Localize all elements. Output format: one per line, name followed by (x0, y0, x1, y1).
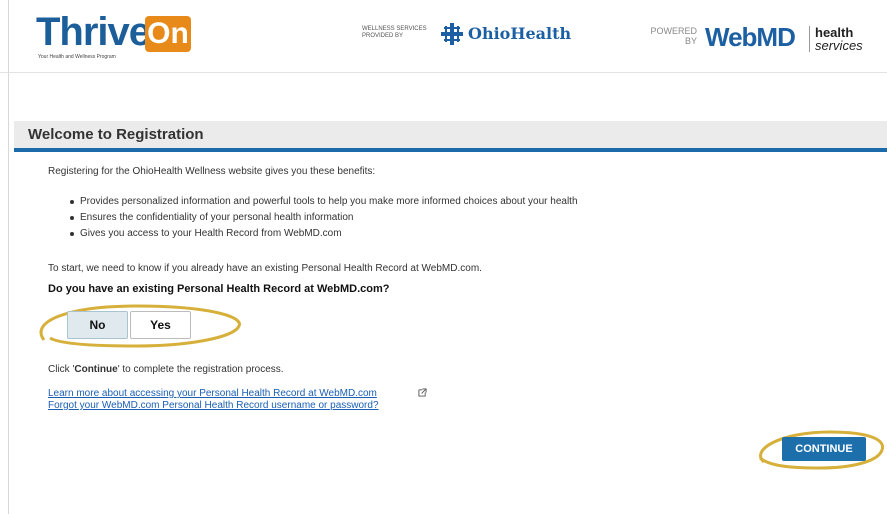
external-link-icon (418, 388, 427, 397)
page-title: Welcome to Registration (28, 126, 204, 143)
benefit-item: Provides personalized information and po… (70, 196, 578, 212)
start-text: To start, we need to know if you already… (48, 263, 482, 274)
benefit-item: Ensures the confidentiality of your pers… (70, 212, 578, 228)
benefits-list: Provides personalized information and po… (70, 196, 578, 244)
no-button[interactable]: No (67, 311, 128, 339)
benefit-item: Gives you access to your Health Record f… (70, 228, 578, 244)
continue-button[interactable]: CONTINUE (782, 437, 866, 461)
page-title-bar: Welcome to Registration (14, 121, 887, 152)
forgot-credentials-link[interactable]: Forgot your WebMD.com Personal Health Re… (48, 400, 379, 411)
instruction-prefix: Click ' (48, 364, 75, 375)
instruction-suffix: ' to complete the registration process. (117, 364, 284, 375)
instruction-bold: Continue (74, 364, 118, 375)
yes-button[interactable]: Yes (130, 311, 191, 339)
intro-text: Registering for the OhioHealth Wellness … (48, 166, 376, 177)
continue-instruction: Click 'Continue' to complete the registr… (48, 364, 284, 375)
learn-more-link[interactable]: Learn more about accessing your Personal… (48, 388, 377, 399)
phr-question: Do you have an existing Personal Health … (48, 283, 390, 295)
